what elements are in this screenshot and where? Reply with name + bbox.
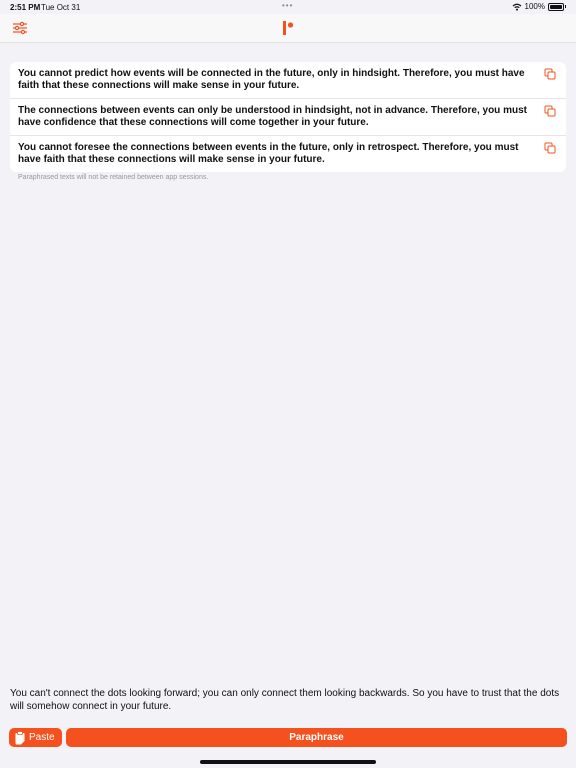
- battery-icon: [548, 2, 564, 11]
- status-time: 2:51 PM: [10, 3, 41, 12]
- paraphrase-label: Paraphrase: [289, 732, 344, 743]
- clipboard-icon: [15, 730, 25, 744]
- copy-icon[interactable]: [544, 142, 556, 154]
- retention-note: Paraphrased texts will not be retained b…: [18, 174, 209, 181]
- sliders-icon[interactable]: [12, 20, 28, 36]
- copy-icon[interactable]: [544, 105, 556, 117]
- battery-tip: [565, 5, 566, 8]
- home-indicator[interactable]: [200, 760, 376, 764]
- status-date: Tue Oct 31: [41, 3, 81, 12]
- result-text: You cannot predict how events will be co…: [18, 68, 525, 91]
- result-text: The connections between events can only …: [18, 105, 527, 128]
- result-item[interactable]: The connections between events can only …: [10, 99, 566, 136]
- wifi-icon: [512, 3, 521, 11]
- status-bar: 2:51 PM Tue Oct 31 ••• 100%: [0, 0, 576, 14]
- status-right: 100%: [512, 2, 566, 11]
- nav-bar: [0, 14, 576, 43]
- result-item[interactable]: You cannot foresee the connections betwe…: [10, 136, 566, 172]
- paste-button[interactable]: Paste: [9, 728, 62, 747]
- result-item[interactable]: You cannot predict how events will be co…: [10, 62, 566, 99]
- paraphrase-button[interactable]: Paraphrase: [66, 728, 567, 747]
- copy-icon[interactable]: [544, 68, 556, 80]
- result-text: You cannot foresee the connections betwe…: [18, 142, 519, 165]
- paraphrase-results: You cannot predict how events will be co…: [10, 62, 566, 172]
- battery-percent: 100%: [524, 2, 545, 11]
- paste-label: Paste: [29, 732, 55, 743]
- app-logo-icon: [283, 21, 294, 35]
- multitasking-dots-icon[interactable]: •••: [282, 1, 293, 10]
- source-text-input[interactable]: You can't connect the dots looking forwa…: [10, 687, 566, 713]
